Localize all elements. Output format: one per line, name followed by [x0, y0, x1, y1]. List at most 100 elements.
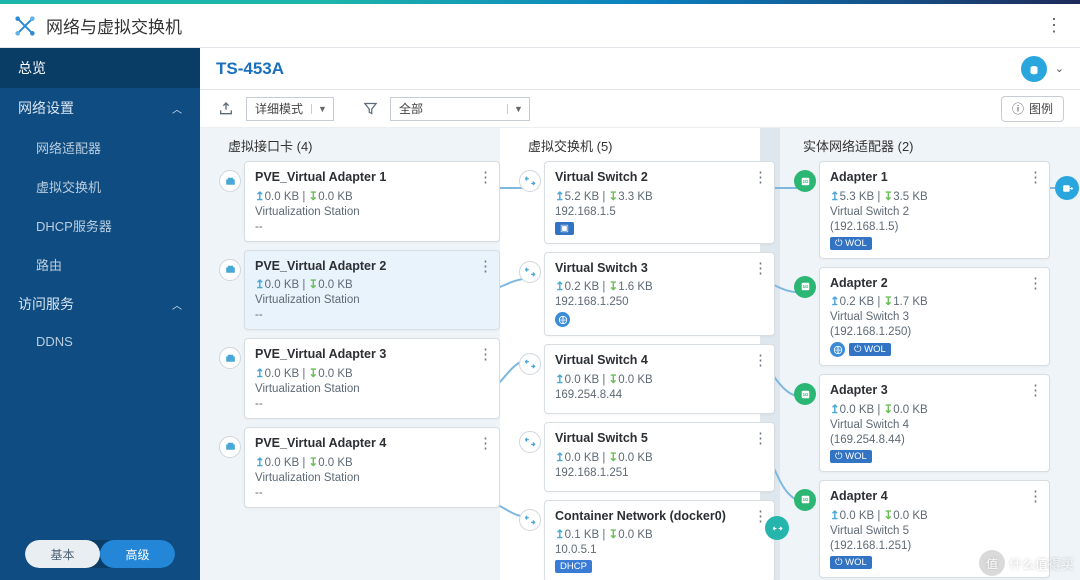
- card-menu-button[interactable]: ⋮: [1028, 168, 1043, 186]
- filter-select[interactable]: 全部▼: [390, 97, 530, 121]
- topology-canvas: 虚拟接口卡 (4) ⋮ PVE_Virtual Adapter 1 ↥0.0 K…: [200, 128, 1080, 580]
- view-mode-select[interactable]: 详细模式▼: [246, 97, 334, 121]
- chevron-up-icon: ︿: [172, 297, 182, 312]
- sidebar-item-dhcp[interactable]: DHCP服务器: [0, 206, 200, 245]
- card-title: Adapter 3: [830, 383, 1039, 399]
- card-menu-button[interactable]: ⋮: [1028, 381, 1043, 399]
- virtual-switch-icon: [519, 170, 541, 192]
- virtual-switch-card[interactable]: ⋮ Virtual Switch 4 ↥0.0 KB | ↧0.0 KB 169…: [544, 344, 775, 414]
- virtual-adapter-icon: [219, 436, 241, 458]
- virtual-adapter-card[interactable]: ⋮ PVE_Virtual Adapter 3 ↥0.0 KB | ↧0.0 K…: [244, 338, 500, 419]
- wol-badge: ⏻ WOL: [830, 556, 872, 569]
- header: TS-453A ⌄: [200, 48, 1080, 90]
- card-sub2: --: [255, 221, 489, 233]
- card-ip: 169.254.8.44: [555, 389, 764, 401]
- card-title: Virtual Switch 5: [555, 431, 764, 447]
- card-traffic: ↥0.0 KB | ↧0.0 KB: [255, 455, 489, 469]
- card-menu-button[interactable]: ⋮: [753, 429, 768, 447]
- card-traffic: ↥0.0 KB | ↧0.0 KB: [255, 277, 489, 291]
- virtual-adapter-icon: [219, 259, 241, 281]
- legend-button[interactable]: ⓘ 图例: [1001, 96, 1064, 122]
- svg-text:1G: 1G: [802, 392, 808, 397]
- card-title: PVE_Virtual Adapter 3: [255, 347, 489, 363]
- card-ip: (192.168.1.5): [830, 221, 1039, 233]
- card-title: Virtual Switch 4: [555, 353, 764, 369]
- physical-adapter-card[interactable]: 1G ⋮ Adapter 2 ↥0.2 KB | ↧1.7 KB Virtual…: [819, 267, 1050, 367]
- virtual-adapter-icon: [219, 347, 241, 369]
- virtual-switch-card[interactable]: ⋮ Container Network (docker0) ↥0.1 KB | …: [544, 500, 775, 580]
- card-sub: Virtual Switch 4: [830, 419, 1039, 431]
- card-sub: Virtual Switch 2: [830, 206, 1039, 218]
- app-icon: [14, 15, 36, 37]
- wol-badge: ⏻ WOL: [830, 450, 872, 463]
- device-dropdown[interactable]: ⌄: [1055, 62, 1064, 75]
- card-sub2: --: [255, 398, 489, 410]
- col-header-physical-adapter: 实体网络适配器 (2): [785, 136, 1050, 161]
- toggle-basic[interactable]: 基本: [25, 540, 100, 568]
- app-title: 网络与虚拟交换机: [46, 13, 182, 38]
- card-traffic: ↥0.0 KB | ↧0.0 KB: [255, 189, 489, 203]
- card-menu-button[interactable]: ⋮: [753, 168, 768, 186]
- card-menu-button[interactable]: ⋮: [478, 345, 493, 363]
- col-header-virtual-adapter: 虚拟接口卡 (4): [210, 136, 500, 161]
- card-traffic: ↥0.0 KB | ↧0.0 KB: [555, 372, 764, 386]
- toggle-advanced[interactable]: 高级: [100, 540, 175, 568]
- wol-badge: ⏻ WOL: [830, 237, 872, 250]
- card-title: PVE_Virtual Adapter 2: [255, 259, 489, 275]
- status-icon[interactable]: [1021, 56, 1047, 82]
- physical-adapter-card[interactable]: 1G ⋮ Adapter 1 ↥5.3 KB | ↧3.5 KB Virtual…: [819, 161, 1050, 259]
- sidebar: 总览 网络设置︿ 网络适配器 虚拟交换机 DHCP服务器 路由 访问服务︿ DD…: [0, 48, 200, 580]
- virtual-switch-icon: [519, 261, 541, 283]
- virtual-switch-card[interactable]: ⋮ Virtual Switch 5 ↥0.0 KB | ↧0.0 KB 192…: [544, 422, 775, 492]
- card-sub: Virtualization Station: [255, 206, 489, 218]
- device-name: TS-453A: [216, 59, 284, 79]
- card-traffic: ↥0.0 KB | ↧0.0 KB: [555, 450, 764, 464]
- virtual-switch-card[interactable]: ⋮ Virtual Switch 3 ↥0.2 KB | ↧1.6 KB 192…: [544, 252, 775, 337]
- select-label: 全部: [391, 100, 431, 117]
- gateway-icon: [1055, 176, 1079, 200]
- card-title: PVE_Virtual Adapter 4: [255, 436, 489, 452]
- globe-icon: [830, 342, 845, 357]
- app-menu-button[interactable]: ⋮: [1042, 15, 1066, 36]
- sidebar-item-adapters[interactable]: 网络适配器: [0, 128, 200, 167]
- card-menu-button[interactable]: ⋮: [478, 257, 493, 275]
- sidebar-item-overview[interactable]: 总览: [0, 48, 200, 88]
- card-sub: Virtual Switch 3: [830, 311, 1039, 323]
- virtual-adapter-card[interactable]: ⋮ PVE_Virtual Adapter 1 ↥0.0 KB | ↧0.0 K…: [244, 161, 500, 242]
- globe-icon: [555, 312, 570, 327]
- col-header-virtual-switch: 虚拟交换机 (5): [510, 136, 775, 161]
- virtual-adapter-card[interactable]: ⋮ PVE_Virtual Adapter 2 ↥0.0 KB | ↧0.0 K…: [244, 250, 500, 331]
- card-menu-button[interactable]: ⋮: [753, 351, 768, 369]
- svg-text:1G: 1G: [802, 179, 808, 184]
- filter-icon[interactable]: [360, 99, 380, 119]
- sidebar-item-network-settings[interactable]: 网络设置︿: [0, 88, 200, 128]
- card-menu-button[interactable]: ⋮: [753, 259, 768, 277]
- card-traffic: ↥0.0 KB | ↧0.0 KB: [830, 402, 1039, 416]
- card-ip: (169.254.8.44): [830, 434, 1039, 446]
- card-ip: 192.168.1.250: [555, 296, 764, 308]
- card-title: PVE_Virtual Adapter 1: [255, 170, 489, 186]
- legend-label: 图例: [1029, 100, 1053, 117]
- card-menu-button[interactable]: ⋮: [1028, 487, 1043, 505]
- sidebar-item-vswitch[interactable]: 虚拟交换机: [0, 167, 200, 206]
- virtual-switch-card[interactable]: ⋮ Virtual Switch 2 ↥5.2 KB | ↧3.3 KB 192…: [544, 161, 775, 244]
- physical-adapter-card[interactable]: 1G ⋮ Adapter 3 ↥0.0 KB | ↧0.0 KB Virtual…: [819, 374, 1050, 472]
- mode-toggle[interactable]: 基本 高级: [25, 540, 175, 568]
- card-ip: 192.168.1.5: [555, 206, 764, 218]
- card-sub: Virtualization Station: [255, 294, 489, 306]
- sidebar-item-label: 网络设置: [18, 98, 74, 118]
- sidebar-item-ddns[interactable]: DDNS: [0, 324, 200, 359]
- card-menu-button[interactable]: ⋮: [1028, 274, 1043, 292]
- physical-adapter-icon: 1G: [794, 170, 816, 192]
- virtual-adapter-card[interactable]: ⋮ PVE_Virtual Adapter 4 ↥0.0 KB | ↧0.0 K…: [244, 427, 500, 508]
- card-traffic: ↥0.1 KB | ↧0.0 KB: [555, 527, 764, 541]
- card-menu-button[interactable]: ⋮: [478, 168, 493, 186]
- card-traffic: ↥0.0 KB | ↧0.0 KB: [830, 508, 1039, 522]
- sidebar-item-access[interactable]: 访问服务︿: [0, 284, 200, 324]
- card-menu-button[interactable]: ⋮: [478, 434, 493, 452]
- info-icon: ⓘ: [1012, 100, 1024, 117]
- svg-text:1G: 1G: [802, 284, 808, 289]
- sidebar-item-route[interactable]: 路由: [0, 245, 200, 284]
- export-icon[interactable]: [216, 99, 236, 119]
- card-title: Adapter 1: [830, 170, 1039, 186]
